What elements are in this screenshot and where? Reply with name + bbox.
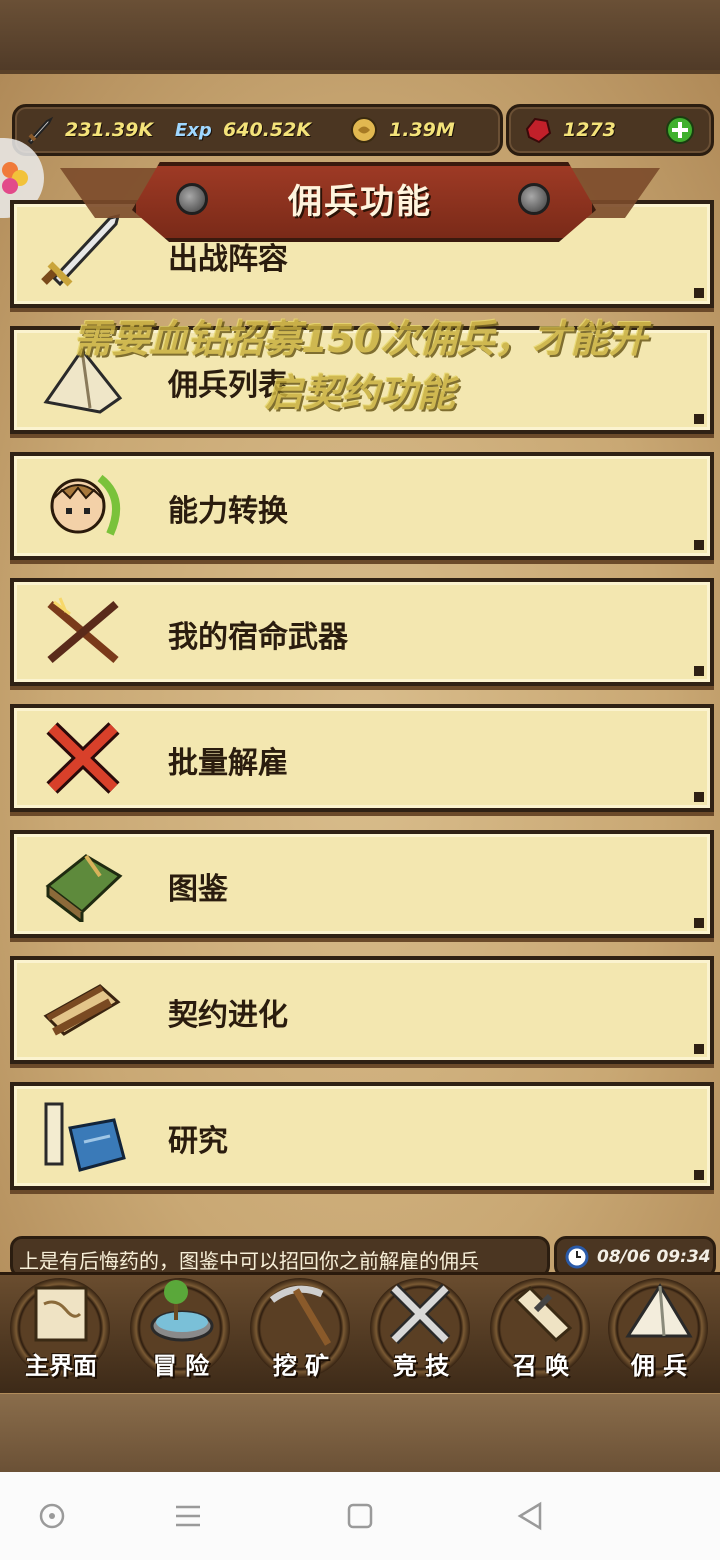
scroll-icon (43, 984, 121, 1036)
menu-item-label: 批量解雇 (168, 746, 288, 781)
crossed-swords-icon (389, 1283, 451, 1345)
menu-item-label: 图鉴 (168, 872, 228, 907)
nav-label: 挖 矿 (272, 1352, 330, 1380)
menu-item-label: 契约进化 (168, 998, 288, 1033)
pickaxe-icon (269, 1285, 332, 1346)
menu-item-ability-convert[interactable]: 能力转换 (10, 452, 714, 560)
toast-line-2: 启契约功能 (264, 371, 455, 415)
crossed-weapons-icon (47, 597, 119, 664)
menu-item-batch-dismiss[interactable]: 批量解雇 (10, 704, 714, 812)
nav-label: 召 唤 (512, 1352, 570, 1380)
nav-mercenary[interactable]: 佣 兵 (600, 1276, 718, 1380)
menu-item-contract-evolve[interactable]: 契约进化 (10, 956, 714, 1064)
hero-portrait-icon (50, 474, 120, 536)
menu-item-research[interactable]: 研究 (10, 1082, 714, 1190)
map-scroll-icon (34, 1286, 88, 1342)
nav-main[interactable]: 主界面 (2, 1276, 120, 1380)
nav-arena[interactable]: 竞 技 (362, 1276, 480, 1380)
red-gem-icon (525, 117, 552, 144)
home-icon[interactable] (342, 1498, 378, 1534)
assistant-icon[interactable] (34, 1498, 70, 1534)
gold-coin-icon (351, 117, 377, 143)
sword-resource-icon (27, 116, 54, 145)
clock-text: 08/06 09:34 (597, 1247, 711, 1267)
nav-summon[interactable]: 召 唤 (482, 1276, 600, 1380)
page-title: 佣兵功能 (288, 182, 432, 222)
island-icon (150, 1280, 214, 1342)
menu-item-label: 能力转换 (168, 494, 288, 529)
ticker-text: 上是有后悔药的，图鉴中可以招回你之前解雇的佣兵 (19, 1249, 479, 1273)
lower-map-background (0, 1394, 720, 1472)
menu-item-codex[interactable]: 图鉴 (10, 830, 714, 938)
tent-nav-icon (625, 1283, 693, 1338)
resource-bar: 231.39K Exp 640.52K 1.39M (12, 104, 503, 156)
green-book-icon (45, 854, 123, 922)
nav-label: 佣 兵 (630, 1352, 688, 1380)
gold-value: 1.39M (389, 119, 455, 141)
exp-icon: Exp (175, 120, 212, 141)
candle-book-icon (44, 1102, 126, 1172)
attack-value: 231.39K (65, 119, 154, 141)
red-x-icon (46, 722, 120, 794)
toast-message: 需要血钻招募150次佣兵，才能开 启契约功能 (0, 312, 720, 420)
back-icon[interactable] (512, 1498, 548, 1534)
exp-value: 640.52K (223, 119, 312, 141)
nav-label: 主界面 (25, 1352, 97, 1380)
top-map-background (0, 0, 720, 80)
nav-mining[interactable]: 挖 矿 (242, 1276, 360, 1380)
add-gems-icon[interactable] (665, 115, 695, 145)
nav-label: 竞 技 (392, 1352, 450, 1380)
clock-icon (565, 1245, 589, 1269)
menu-icon[interactable] (170, 1498, 206, 1534)
gem-value: 1273 (563, 119, 616, 141)
menu-item-destiny-weapon[interactable]: 我的宿命武器 (10, 578, 714, 686)
nav-label: 冒 险 (152, 1352, 210, 1380)
menu-item-label: 我的宿命武器 (168, 620, 348, 655)
gem-bar: 1273 (506, 104, 714, 156)
menu-item-label: 研究 (168, 1124, 228, 1159)
sword-icon (41, 213, 121, 287)
nav-adventure[interactable]: 冒 险 (122, 1276, 240, 1380)
toast-line-1: 需要血钻招募150次佣兵，才能开 (73, 317, 647, 361)
system-nav-bar (0, 1472, 720, 1560)
pinwheel-icon (2, 162, 28, 194)
summon-scroll-icon (513, 1285, 573, 1343)
